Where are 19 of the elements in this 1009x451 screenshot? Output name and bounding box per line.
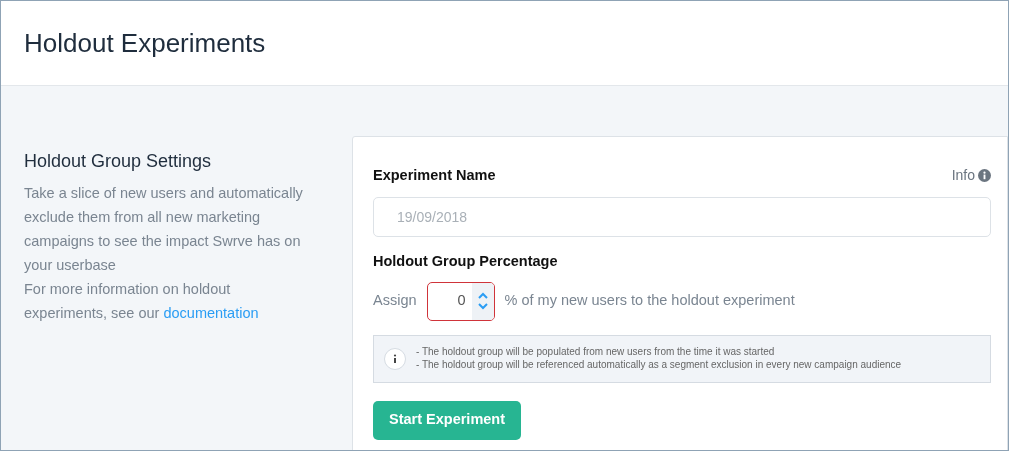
info-link[interactable]: Info: [951, 165, 991, 187]
section-heading: Holdout Group Settings: [24, 150, 213, 173]
page-title: Holdout Experiments: [24, 26, 266, 60]
info-note: - The holdout group will be populated from new users from the time it was started: [416, 346, 776, 359]
experiment-name-field[interactable]: 19/09/2018: [373, 196, 991, 237]
section-description: Take a slice of new users and automatically exclude them from all new marketing campaigns to see the impact Swrve has on your userbase: [24, 184, 304, 275]
field-label: Experiment Name: [373, 166, 496, 185]
up-caret-icon[interactable]: [477, 292, 488, 299]
info-icon: [978, 169, 991, 183]
more-info-text: For more information on holdout experiments, see our documentation: [24, 280, 260, 323]
documentation-link[interactable]: documentation: [163, 305, 259, 321]
start-experiment-button[interactable]: Start Experiment: [373, 400, 522, 440]
field-label: Holdout Group Percentage: [373, 251, 559, 271]
info-note: - The holdout group will be referenced automatically as a segment exclusion in every new campaign audience: [416, 358, 902, 371]
assign-text: Assign: [373, 291, 417, 311]
info-icon: [384, 347, 406, 370]
assign-text: % of my new users to the holdout experiment: [504, 291, 795, 311]
percentage-spinner[interactable]: 0: [426, 281, 495, 321]
down-caret-icon[interactable]: [477, 303, 488, 310]
